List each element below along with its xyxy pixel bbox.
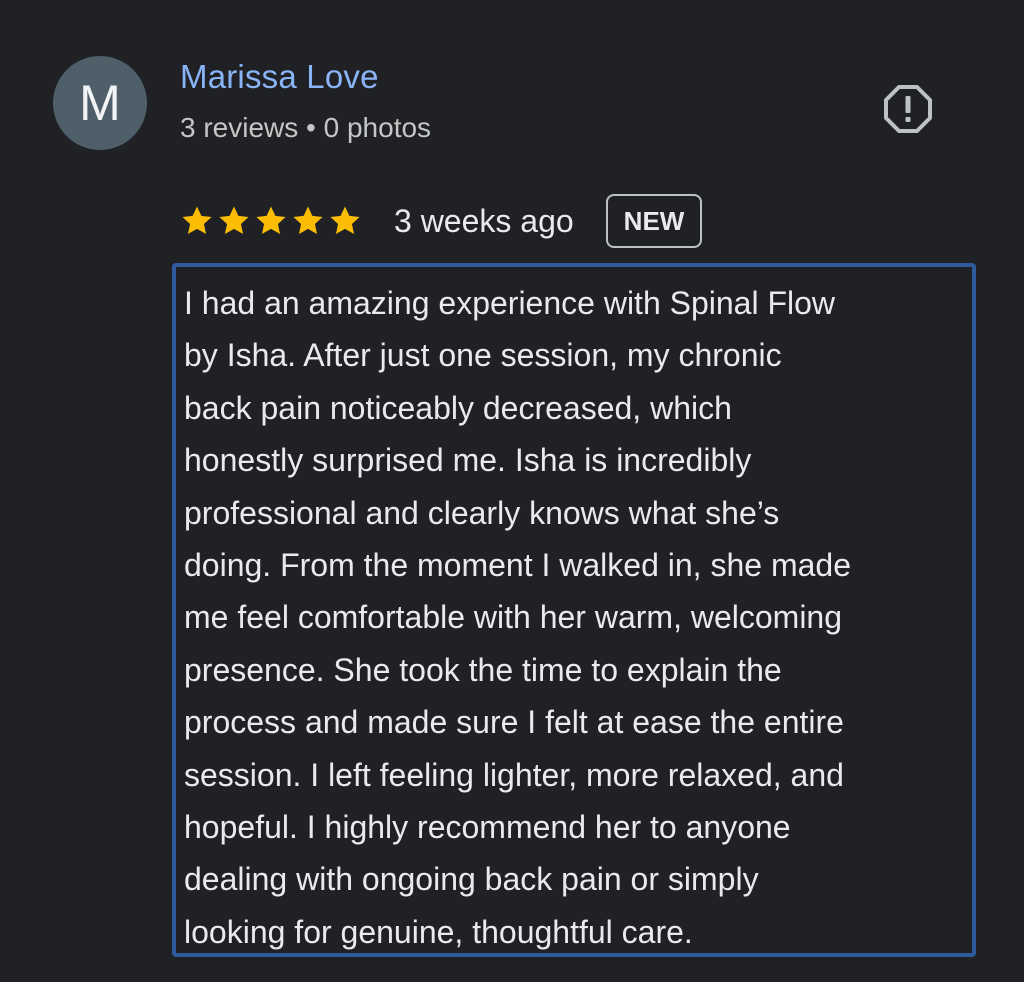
review-line: honestly surprised me. Isha is incredibl… — [184, 442, 752, 479]
star-icon — [219, 206, 249, 235]
star-icon — [330, 206, 360, 235]
review-line: session. I left feeling lighter, more re… — [184, 756, 844, 793]
review-line: doing. From the moment I walked in, she … — [184, 547, 851, 584]
review-line: professional and clearly knows what she’… — [184, 494, 780, 531]
review-line: I had an amazing experience with Spinal … — [184, 285, 836, 321]
review-line: process and made sure I felt at ease the… — [184, 704, 844, 741]
reviewer-meta: 3 reviews • 0 photos — [180, 112, 432, 143]
report-flag-icon — [884, 85, 932, 133]
review-line: presence. She took the time to explain t… — [184, 651, 782, 688]
review-line: hopeful. I highly recommend her to anyon… — [184, 809, 791, 846]
star-icon — [256, 206, 286, 235]
rating-row: 3 weeks ago NEW — [180, 192, 703, 250]
review-line: by Isha. After just one session, my chro… — [184, 337, 782, 374]
review-highlight-box: I had an amazing experience with Spinal … — [172, 263, 976, 957]
star-icon — [293, 206, 323, 235]
review-line: dealing with ongoing back pain or simply — [184, 861, 759, 898]
avatar[interactable]: M — [53, 56, 147, 150]
review-line: me feel comfortable with her warm, welco… — [184, 599, 843, 636]
review-time: 3 weeks ago — [394, 202, 574, 239]
review-line: back pain noticeably decreased, which — [184, 389, 732, 426]
new-badge: NEW — [605, 194, 703, 248]
review-text: I had an amazing experience with Spinal … — [184, 277, 974, 958]
star-icon — [182, 206, 212, 235]
report-button[interactable] — [882, 83, 934, 135]
reviewer-name[interactable]: Marissa Love — [180, 58, 379, 96]
review-line: looking for genuine, thoughtful care. — [184, 913, 693, 950]
star-rating — [180, 204, 362, 238]
